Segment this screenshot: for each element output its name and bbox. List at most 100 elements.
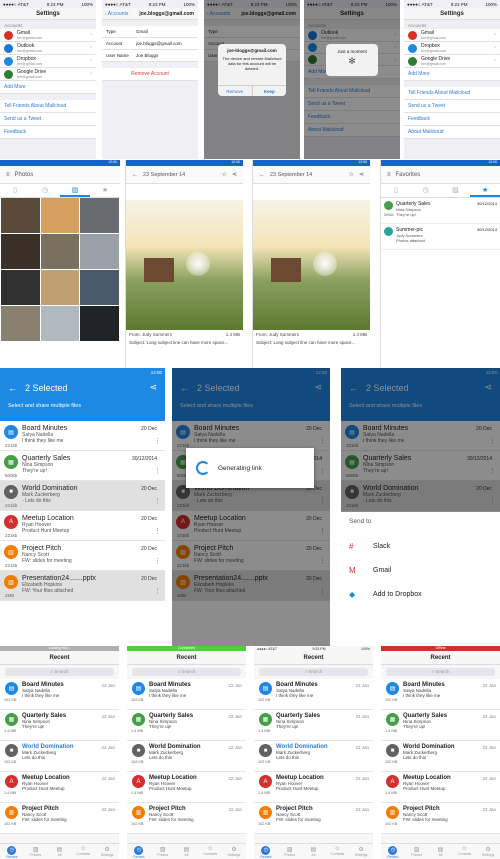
share-icon[interactable]: ⋖ [359, 171, 364, 178]
recent-item[interactable]: ■ World Domination Mark Zuckerberg Lets do … [0, 741, 119, 772]
tab-settings[interactable]: ⚙ Settings [222, 844, 246, 859]
photo-thumbnail[interactable] [40, 270, 80, 305]
search-field[interactable]: ⌕ Search [132, 668, 241, 676]
photo-thumbnail[interactable] [1, 198, 40, 233]
file-icon[interactable]: ▯ [0, 184, 30, 197]
overflow-menu-icon[interactable]: ⋮ [154, 527, 161, 535]
favorites-icon[interactable]: ★ [90, 184, 120, 197]
share-option[interactable]: ◆ Add to Dropbox [349, 582, 492, 606]
overflow-menu-icon[interactable]: ⋮ [154, 437, 161, 445]
account-row[interactable]: Google Drive bnr@gmail.com › [404, 55, 500, 68]
photos-icon[interactable]: ▨ [60, 184, 90, 197]
menu-icon[interactable]: ≡ [6, 172, 10, 178]
account-row[interactable]: Dropbox bnr@gmail.com › [0, 55, 96, 68]
settings-link[interactable]: Tell Friends About Mailcloud [0, 100, 96, 113]
tab-all[interactable]: ▤ All [429, 844, 453, 859]
remove-button[interactable]: Remove [218, 86, 253, 96]
photo-thumbnail[interactable] [80, 198, 119, 233]
account-row[interactable]: Gmail bnr@gmail.com › [404, 29, 500, 42]
search-field[interactable]: ⌕ Search [5, 668, 114, 676]
share-option[interactable]: M Gmail [349, 558, 492, 582]
tab-photos[interactable]: ▨ Photos [24, 844, 48, 859]
add-more-link[interactable]: Add More [0, 81, 96, 94]
settings-link[interactable]: Feedback [0, 126, 96, 139]
account-row[interactable]: Google Drive bnr@gmail.com › [0, 68, 96, 81]
tab-all[interactable]: ▤ All [48, 844, 72, 859]
recent-item[interactable]: ▥ Project Pitch Nancy Scott FW: slides for … [381, 803, 500, 834]
recent-item[interactable]: A Meetup Location Ryan Hoover Product Hunt … [254, 772, 373, 803]
recent-item[interactable]: ▦ Quarterly Sales Nina Simpson They're up! 2… [0, 710, 119, 741]
tab-contacts[interactable]: ☺ Contacts [71, 844, 95, 859]
tab-all[interactable]: ▤ All [175, 844, 199, 859]
favorite-item[interactable]: Quarterly Sales Nina Simpson They're up! 30… [381, 198, 500, 224]
back-arrow-icon[interactable]: ← [132, 172, 138, 178]
recent-item[interactable]: ▦ Quarterly Sales Nina Simpson They're up! 2… [127, 710, 246, 741]
settings-link[interactable]: Feedback [404, 113, 500, 126]
recent-item[interactable]: ▦ Quarterly Sales Nina Simpson They're up! 2… [254, 710, 373, 741]
recent-item[interactable]: ▦ Quarterly Sales Nina Simpson They're up! 2… [381, 710, 500, 741]
tab-contacts[interactable]: ☺ Contacts [452, 844, 476, 859]
menu-icon[interactable]: ≡ [387, 172, 391, 178]
photo-thumbnail[interactable] [40, 198, 80, 233]
share-icon[interactable]: ⋖ [149, 382, 157, 393]
back-arrow-icon[interactable]: ← [8, 383, 17, 393]
photo-thumbnail[interactable] [1, 306, 40, 341]
recent-item[interactable]: ■ World Domination Mark Zuckerberg Lets do … [381, 741, 500, 772]
remove-account-button[interactable]: Remove Account [102, 68, 198, 81]
tab-photos[interactable]: ▨ Photos [151, 844, 175, 859]
photo-thumbnail[interactable] [80, 270, 119, 305]
search-field[interactable]: ⌕ Search [386, 668, 495, 676]
recent-item[interactable]: ▤ Board Minutes Satya Nadella I think they … [381, 679, 500, 710]
account-row[interactable]: Gmail bnr@gmail.com › [0, 29, 96, 42]
tab-settings[interactable]: ⚙ Settings [349, 844, 373, 859]
tab-recent[interactable]: ◷ Recent [254, 844, 278, 859]
settings-link[interactable]: Send us a Tweet [404, 100, 500, 113]
photo-thumbnail[interactable] [80, 234, 119, 269]
file-row[interactable]: ▦ Quarterly SalesNina SimpsonThey're up! 3… [0, 451, 165, 481]
overflow-menu-icon[interactable]: ⋮ [154, 497, 161, 505]
search-field[interactable]: ⌕ Search [259, 668, 368, 676]
settings-link[interactable]: Send us a Tweet [0, 113, 96, 126]
account-row[interactable]: Outlook bnr@gmail.com › [0, 42, 96, 55]
tab-settings[interactable]: ⚙ Settings [95, 844, 119, 859]
back-arrow-icon[interactable]: ← [259, 172, 265, 178]
photo-thumbnail[interactable] [1, 234, 40, 269]
share-option[interactable]: # Slack [349, 534, 492, 558]
recent-item[interactable]: ▤ Board Minutes Satya Nadella I think they … [0, 679, 119, 710]
recent-item[interactable]: ▥ Project Pitch Nancy Scott FW: slides for … [127, 803, 246, 834]
file-row[interactable]: ▤ Board Minutes Satya Nadella I think they … [0, 421, 165, 451]
photos-icon[interactable]: ▨ [441, 184, 471, 197]
settings-link[interactable]: About Mailcloud [404, 126, 500, 139]
file-row[interactable]: A Meetup LocationRyan HooverProduct Hunt … [0, 511, 165, 541]
recent-item[interactable]: A Meetup Location Ryan Hoover Product Hunt … [127, 772, 246, 803]
photo-thumbnail[interactable] [40, 234, 80, 269]
favorites-icon[interactable]: ★ [470, 184, 500, 197]
recent-item[interactable]: A Meetup Location Ryan Hoover Product Hunt … [381, 772, 500, 803]
tab-photos[interactable]: ▨ Photos [405, 844, 429, 859]
recent-icon[interactable]: ◷ [30, 184, 60, 197]
file-row[interactable]: ▥ Presentation24.......pptxElizabeth Hopk… [0, 571, 165, 601]
add-more-link[interactable]: Add More [404, 68, 500, 81]
photo-thumbnail[interactable] [40, 306, 80, 341]
keep-button[interactable]: Keep [253, 86, 287, 96]
tab-settings[interactable]: ⚙ Settings [476, 844, 500, 859]
star-icon[interactable]: ☆ [222, 171, 227, 178]
recent-icon[interactable]: ◷ [411, 184, 441, 197]
photo-thumbnail[interactable] [1, 270, 40, 305]
account-row[interactable]: Dropbox bnr@gmail.com › [404, 42, 500, 55]
back-button[interactable]: ‹ Accounts [105, 11, 128, 17]
recent-item[interactable]: ▤ Board Minutes Satya Nadella I think they … [127, 679, 246, 710]
photo-thumbnail[interactable] [80, 306, 119, 341]
file-row[interactable]: ■ World Domination Mark Zuckerberg - Lets d… [0, 481, 165, 511]
tab-photos[interactable]: ▨ Photos [278, 844, 302, 859]
overflow-menu-icon[interactable]: ⋮ [154, 557, 161, 565]
file-row[interactable]: ▥ Project PitchNancy ScottFW: slides for … [0, 541, 165, 571]
tab-recent[interactable]: ◷ Recent [0, 844, 24, 859]
recent-item[interactable]: ▤ Board Minutes Satya Nadella I think they … [254, 679, 373, 710]
recent-item[interactable]: ■ World Domination Mark Zuckerberg Lets do … [254, 741, 373, 772]
tab-all[interactable]: ▤ All [302, 844, 326, 859]
settings-link[interactable]: Tell Friends About Mailcloud [404, 87, 500, 100]
file-icon[interactable]: ▯ [381, 184, 411, 197]
overflow-menu-icon[interactable]: ⋮ [154, 467, 161, 475]
tab-recent[interactable]: ◷ Recent [381, 844, 405, 859]
